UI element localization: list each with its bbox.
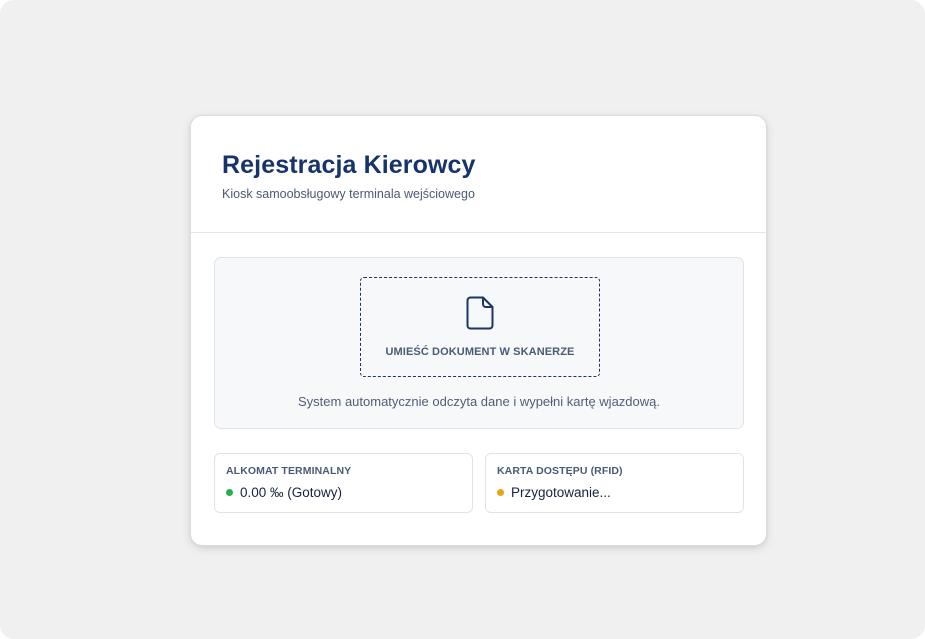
rfid-label: KARTA DOSTĘPU (RFID) <box>497 465 623 477</box>
document-icon <box>466 296 494 330</box>
status-indicator-ready <box>226 489 233 496</box>
kiosk-screen: Rejestracja Kierowcy Kiosk samoobsługowy… <box>0 0 925 639</box>
breathalyzer-label: ALKOMAT TERMINALNY <box>226 465 352 477</box>
rfid-value-row: Przygotowanie... <box>497 485 611 500</box>
page-subtitle: Kiosk samoobsługowy terminala wejścioweg… <box>222 187 475 201</box>
breathalyzer-value-row: 0.00 ‰ (Gotowy) <box>226 485 342 500</box>
page-title: Rejestracja Kierowcy <box>222 151 476 179</box>
dropzone-label: UMIEŚĆ DOKUMENT W SKANERZE <box>385 346 575 358</box>
breathalyzer-status: ALKOMAT TERMINALNY 0.00 ‰ (Gotowy) <box>214 453 473 513</box>
rfid-status: KARTA DOSTĘPU (RFID) Przygotowanie... <box>485 453 744 513</box>
document-dropzone[interactable]: UMIEŚĆ DOKUMENT W SKANERZE <box>360 277 600 377</box>
scanner-hint: System automatycznie odczyta dane i wype… <box>297 394 660 409</box>
breathalyzer-value: 0.00 ‰ (Gotowy) <box>240 485 343 500</box>
scanner-panel: UMIEŚĆ DOKUMENT W SKANERZE System automa… <box>214 257 744 429</box>
card-header: Rejestracja Kierowcy Kiosk samoobsługowy… <box>191 116 766 233</box>
rfid-value: Przygotowanie... <box>511 485 611 500</box>
registration-card: Rejestracja Kierowcy Kiosk samoobsługowy… <box>190 115 767 546</box>
status-indicator-pending <box>497 489 504 496</box>
